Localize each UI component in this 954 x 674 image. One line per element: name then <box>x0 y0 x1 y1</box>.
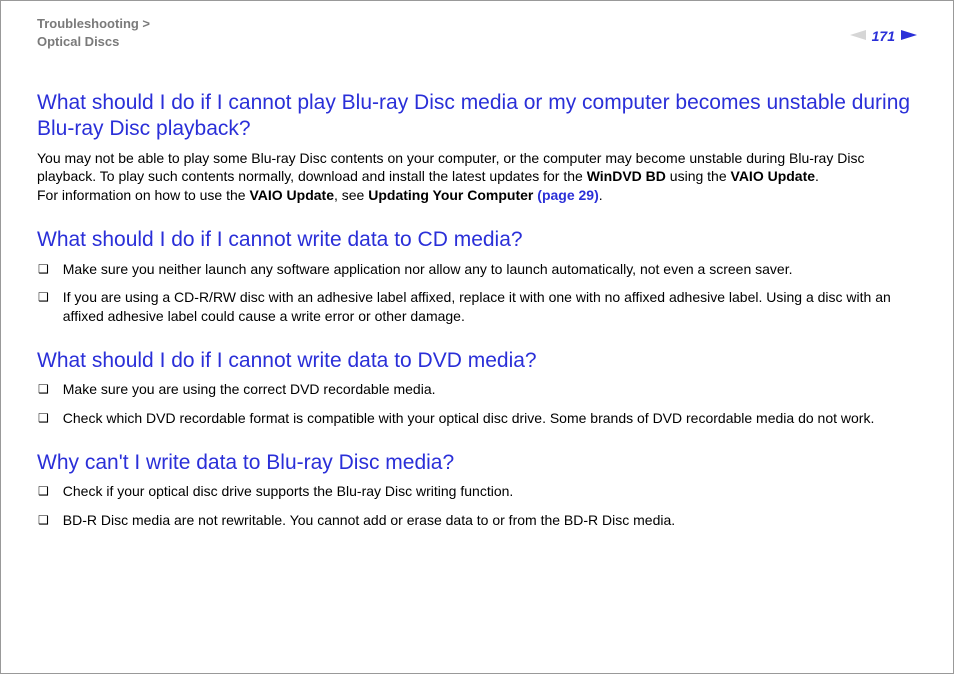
section-heading: Why can't I write data to Blu-ray Disc m… <box>37 450 917 476</box>
section-heading: What should I do if I cannot write data … <box>37 227 917 253</box>
bullet-list: Check if your optical disc drive support… <box>37 482 917 530</box>
document-page: Troubleshooting > Optical Discs 171 What… <box>0 0 954 674</box>
page-reference-link[interactable]: (page 29) <box>537 187 598 203</box>
section-paragraph: You may not be able to play some Blu-ray… <box>37 149 917 206</box>
section-heading: What should I do if I cannot write data … <box>37 348 917 374</box>
bullet-list: Make sure you neither launch any softwar… <box>37 260 917 327</box>
breadcrumb-line2: Optical Discs <box>37 34 119 49</box>
page-content: What should I do if I cannot play Blu-ra… <box>37 50 917 530</box>
breadcrumb-line1: Troubleshooting > <box>37 16 150 31</box>
prev-page-icon[interactable] <box>850 27 866 45</box>
list-item: Make sure you are using the correct DVD … <box>37 380 917 399</box>
bullet-list: Make sure you are using the correct DVD … <box>37 380 917 428</box>
page-number: 171 <box>872 28 895 44</box>
list-item: BD-R Disc media are not rewritable. You … <box>37 511 917 530</box>
section-heading: What should I do if I cannot play Blu-ra… <box>37 90 917 143</box>
breadcrumb: Troubleshooting > Optical Discs <box>37 15 150 50</box>
list-item: Check if your optical disc drive support… <box>37 482 917 501</box>
next-page-icon[interactable] <box>901 27 917 45</box>
list-item: Check which DVD recordable format is com… <box>37 409 917 428</box>
list-item: If you are using a CD-R/RW disc with an … <box>37 288 917 326</box>
list-item: Make sure you neither launch any softwar… <box>37 260 917 279</box>
pager: 171 <box>850 15 917 45</box>
page-header: Troubleshooting > Optical Discs 171 <box>37 15 917 50</box>
